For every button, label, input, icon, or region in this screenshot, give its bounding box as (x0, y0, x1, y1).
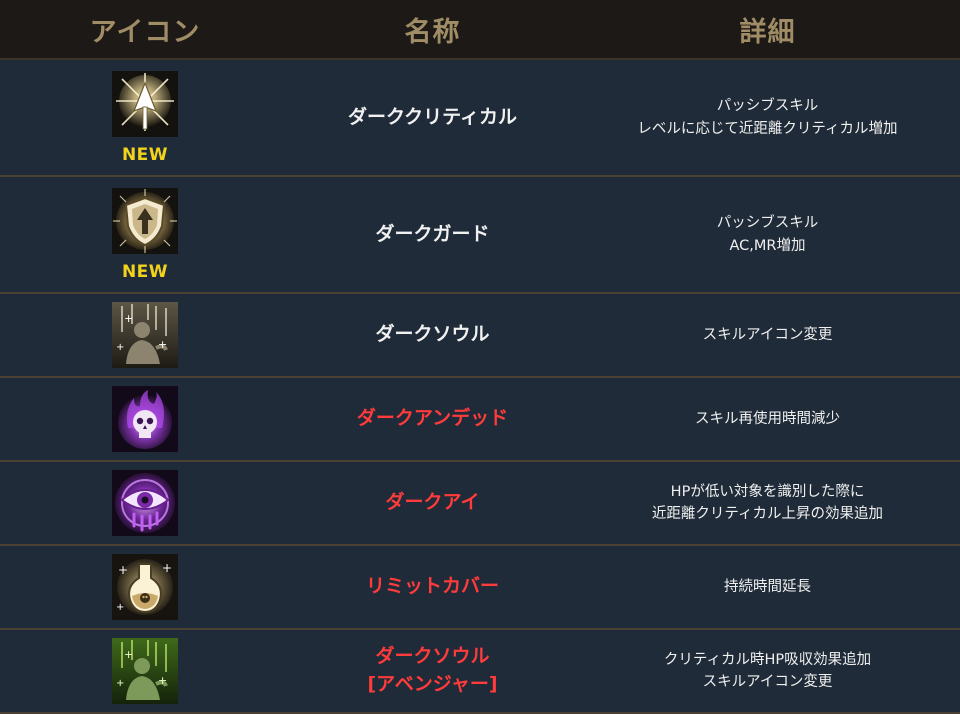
detail-cell: パッシブスキル AC,MR増加 (575, 176, 960, 294)
detail-line: パッシブスキル (716, 215, 819, 232)
detail-line: AC,MR増加 (729, 237, 806, 254)
name-cell: ダーククリティカル (290, 59, 575, 177)
skill-detail: パッシブスキル レベルに応じて近距離クリティカル増加 (575, 95, 960, 140)
icon-cell: + + + (0, 545, 290, 630)
skill-name: ダークガード (375, 222, 490, 245)
detail-cell: クリティカル時HP吸収効果追加 スキルアイコン変更 (575, 629, 960, 714)
dark-undead-icon (112, 386, 178, 452)
new-badge: NEW (121, 261, 169, 282)
table-row: NEW ダーククリティカル パッシブスキル レベルに応じて近距離クリティカル増加 (0, 59, 960, 177)
skill-detail: スキル再使用時間減少 (575, 408, 960, 430)
svg-text:+: + (124, 648, 133, 661)
icon-cell: + + + (0, 629, 290, 714)
dark-soul-icon: + + + (112, 302, 178, 368)
svg-text:+: + (162, 561, 172, 575)
limit-cover-icon: + + + (112, 554, 178, 620)
table-row: ダークアンデッド スキル再使用時間減少 (0, 377, 960, 462)
detail-line: 持続時間延長 (724, 578, 811, 595)
skill-name-line: ダークソウル (375, 645, 490, 668)
skill-name: ダークソウル [アベンジャー] (290, 643, 575, 698)
detail-line: レベルに応じて近距離クリティカル増加 (637, 120, 898, 137)
table-header: アイコン 名称 詳細 (0, 0, 960, 60)
table-row: ダークアイ HPが低い対象を識別した際に 近距離クリティカル上昇の効果追加 (0, 461, 960, 546)
svg-text:+: + (116, 678, 124, 689)
svg-text:+: + (116, 342, 124, 353)
table-row: NEW ダークガード パッシブスキル AC,MR増加 (0, 176, 960, 294)
detail-cell: スキルアイコン変更 (575, 293, 960, 378)
icon-cell: NEW (0, 59, 290, 177)
detail-line: パッシブスキル (716, 98, 819, 115)
dark-guard-icon (112, 187, 178, 254)
skill-name: ダークソウル (375, 323, 490, 346)
detail-cell: パッシブスキル レベルに応じて近距離クリティカル増加 (575, 59, 960, 177)
skill-table: アイコン 名称 詳細 NEW ダーククリティカル パッシブスキル レベルに応じて… (0, 0, 960, 714)
new-badge: NEW (121, 144, 169, 165)
skill-detail: 持続時間延長 (575, 576, 960, 598)
detail-line: スキルアイコン変更 (702, 326, 833, 343)
skill-name: ダークアイ (385, 491, 480, 514)
detail-line: HPが低い対象を識別した際に (670, 483, 865, 500)
skill-name: リミットカバー (365, 575, 499, 598)
skill-name-line: [アベンジャー] (367, 673, 498, 695)
detail-cell: HPが低い対象を識別した際に 近距離クリティカル上昇の効果追加 (575, 461, 960, 546)
skill-name: ダーククリティカル (347, 105, 518, 128)
dark-critical-icon (112, 70, 178, 137)
svg-text:+: + (118, 563, 128, 577)
icon-cell: + + + (0, 293, 290, 378)
name-cell: ダークソウル [アベンジャー] (290, 629, 575, 714)
name-cell: ダークソウル (290, 293, 575, 378)
icon-cell (0, 461, 290, 546)
table-row: + + + リミットカバー 持続時間延長 (0, 545, 960, 630)
detail-line: クリティカル時HP吸収効果追加 (663, 651, 872, 668)
table-row: + + + ダークソウル [アベンジャー] クリティカル時HP吸収効果追加 スキ… (0, 629, 960, 714)
detail-line: スキル再使用時間減少 (695, 410, 840, 427)
svg-text:+: + (158, 674, 167, 687)
icon-cell (0, 377, 290, 462)
name-cell: リミットカバー (290, 545, 575, 630)
name-cell: ダークアンデッド (290, 377, 575, 462)
skill-detail: スキルアイコン変更 (575, 324, 960, 346)
svg-text:+: + (116, 602, 124, 613)
svg-text:+: + (158, 338, 167, 351)
detail-cell: 持続時間延長 (575, 545, 960, 630)
svg-text:+: + (124, 312, 133, 325)
header-icon-column: アイコン (0, 0, 290, 60)
skill-name: ダークアンデッド (356, 407, 509, 430)
dark-soul-avenger-icon: + + + (112, 638, 178, 704)
header-detail-column: 詳細 (575, 0, 960, 60)
skill-detail: パッシブスキル AC,MR増加 (575, 212, 960, 257)
name-cell: ダークアイ (290, 461, 575, 546)
skill-detail: HPが低い対象を識別した際に 近距離クリティカル上昇の効果追加 (575, 481, 960, 526)
dark-eye-icon (112, 470, 178, 536)
detail-cell: スキル再使用時間減少 (575, 377, 960, 462)
detail-line: 近距離クリティカル上昇の効果追加 (651, 506, 884, 522)
detail-line: スキルアイコン変更 (702, 674, 833, 690)
skill-detail: クリティカル時HP吸収効果追加 スキルアイコン変更 (575, 649, 960, 694)
table-row: + + + ダークソウル スキルアイコン変更 (0, 293, 960, 378)
icon-cell: NEW (0, 176, 290, 294)
name-cell: ダークガード (290, 176, 575, 294)
header-name-column: 名称 (290, 0, 575, 60)
